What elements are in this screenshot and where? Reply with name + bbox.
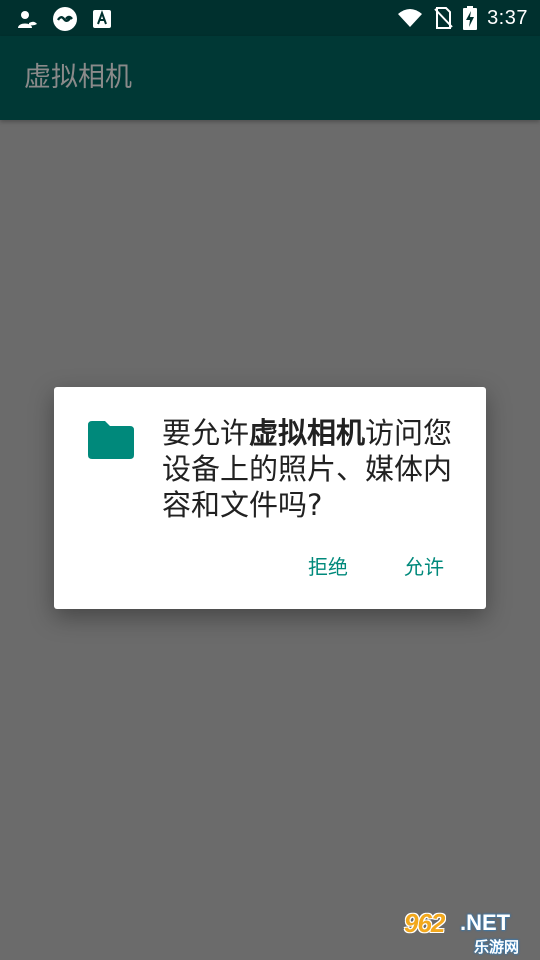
watermark-logo: 962 .NET 乐游网 [400, 908, 534, 956]
status-time: 3:37 [487, 6, 528, 29]
app-title: 虚拟相机 [24, 62, 132, 93]
status-right-icons: 3:37 [397, 0, 528, 36]
watermark-subtitle: 乐游网 [474, 938, 520, 956]
game-controller-icon [52, 6, 78, 32]
watermark-number: 962 [404, 908, 445, 938]
watermark-net: .NET [460, 910, 511, 935]
no-sim-icon [433, 7, 453, 29]
permission-dialog: 要允许虚拟相机访问您设备上的照片、媒体内容和文件吗? 拒绝 允许 [54, 387, 486, 609]
dialog-actions: 拒绝 允许 [288, 547, 464, 587]
app-bar: 虚拟相机 [0, 36, 540, 120]
weather-person-icon [16, 8, 38, 30]
battery-charging-icon [463, 6, 478, 30]
status-left-icons [16, 6, 112, 32]
message-prefix: 要允许 [162, 416, 250, 450]
screen: 3:37 虚拟相机 要允许虚拟相机访问您设备上的照片、媒体内容和文件吗? 拒绝 … [0, 0, 540, 960]
deny-button[interactable]: 拒绝 [288, 547, 368, 587]
folder-icon [88, 421, 134, 459]
font-a-icon [92, 9, 112, 29]
status-bar: 3:37 [0, 0, 540, 36]
dialog-message: 要允许虚拟相机访问您设备上的照片、媒体内容和文件吗? [162, 415, 466, 523]
message-app-name: 虚拟相机 [249, 416, 366, 450]
wifi-icon [397, 8, 423, 28]
allow-button[interactable]: 允许 [384, 547, 464, 587]
